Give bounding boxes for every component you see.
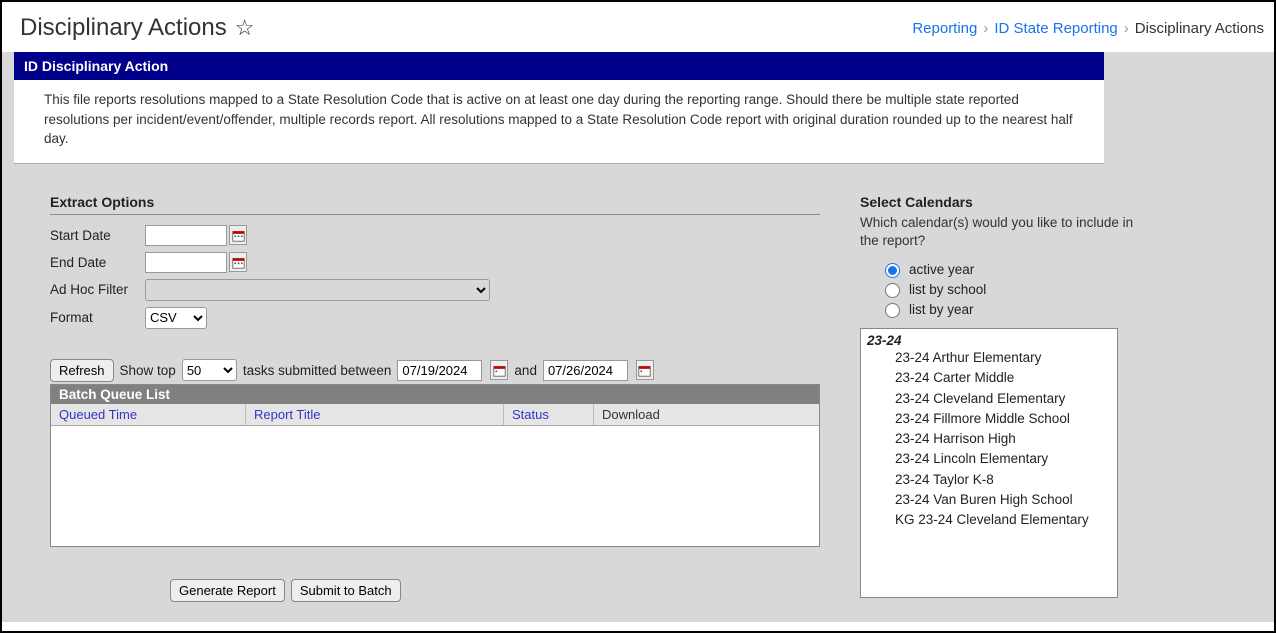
radio-list-by-year[interactable]: list by year: [880, 300, 1140, 318]
breadcrumb-id-state-reporting[interactable]: ID State Reporting: [994, 20, 1117, 37]
batch-date-to-input[interactable]: [543, 360, 628, 381]
page-title: Disciplinary Actions: [20, 14, 227, 42]
info-panel: ID Disciplinary Action This file reports…: [14, 52, 1104, 164]
chevron-right-icon: ›: [1124, 20, 1129, 37]
radio-list-by-school-input[interactable]: [885, 283, 900, 298]
chevron-right-icon: ›: [983, 20, 988, 37]
extract-options-heading: Extract Options: [50, 194, 820, 215]
title-wrap: Disciplinary Actions ☆: [20, 14, 254, 42]
calendar-item[interactable]: 23-24 Van Buren High School: [895, 490, 1111, 510]
select-calendars-heading: Select Calendars: [860, 194, 1140, 210]
col-status[interactable]: Status: [504, 404, 594, 425]
end-date-input[interactable]: [145, 252, 227, 273]
calendar-icon: [232, 256, 245, 269]
calendar-icon: [638, 364, 651, 377]
col-download: Download: [594, 404, 819, 425]
refresh-button[interactable]: Refresh: [50, 359, 114, 382]
page-header: Disciplinary Actions ☆ Reporting › ID St…: [2, 2, 1274, 52]
batch-queue-table: Batch Queue List Queued Time Report Titl…: [50, 384, 820, 547]
radio-active-year-input[interactable]: [885, 263, 900, 278]
batch-queue-title: Batch Queue List: [51, 385, 819, 404]
radio-list-by-year-label: list by year: [909, 302, 974, 317]
batch-queue-area: Refresh Show top 50 tasks submitted betw…: [50, 359, 820, 547]
radio-list-by-school-label: list by school: [909, 282, 986, 297]
favorite-star-icon[interactable]: ☆: [235, 15, 255, 41]
start-date-input[interactable]: [145, 225, 227, 246]
batch-date-from-picker[interactable]: [490, 360, 508, 380]
calendar-item[interactable]: KG 23-24 Cleveland Elementary: [895, 510, 1111, 530]
select-calendars-prompt: Which calendar(s) would you like to incl…: [860, 214, 1140, 250]
end-date-label: End Date: [50, 255, 145, 270]
adhoc-filter-row: Ad Hoc Filter: [50, 279, 820, 301]
format-label: Format: [50, 310, 145, 325]
and-label: and: [514, 363, 537, 378]
batch-date-from-input[interactable]: [397, 360, 482, 381]
start-date-picker-button[interactable]: [229, 225, 247, 245]
content-area: ID Disciplinary Action This file reports…: [2, 52, 1274, 622]
end-date-picker-button[interactable]: [229, 252, 247, 272]
calendar-item[interactable]: 23-24 Harrison High: [895, 429, 1111, 449]
format-select[interactable]: CSV: [145, 307, 207, 329]
radio-list-by-school[interactable]: list by school: [880, 280, 1140, 298]
panel-title: ID Disciplinary Action: [14, 52, 1104, 80]
calendar-item[interactable]: 23-24 Fillmore Middle School: [895, 409, 1111, 429]
calendar-item[interactable]: 23-24 Lincoln Elementary: [895, 449, 1111, 469]
calendar-item[interactable]: 23-24 Taylor K-8: [895, 470, 1111, 490]
end-date-row: End Date: [50, 252, 820, 273]
show-top-label: Show top: [120, 363, 176, 378]
tasks-between-label: tasks submitted between: [243, 363, 392, 378]
adhoc-filter-select[interactable]: [145, 279, 490, 301]
adhoc-filter-label: Ad Hoc Filter: [50, 282, 145, 297]
radio-active-year-label: active year: [909, 262, 974, 277]
calendar-icon: [493, 364, 506, 377]
main-columns: Extract Options Start Date End Date Ad H…: [50, 194, 1274, 602]
panel-description: This file reports resolutions mapped to …: [14, 80, 1104, 164]
calendar-icon: [232, 229, 245, 242]
submit-to-batch-button[interactable]: Submit to Batch: [291, 579, 401, 602]
col-queued-time[interactable]: Queued Time: [51, 404, 246, 425]
col-report-title[interactable]: Report Title: [246, 404, 504, 425]
show-top-select[interactable]: 50: [182, 359, 237, 381]
radio-active-year[interactable]: active year: [880, 260, 1140, 278]
extract-options-column: Extract Options Start Date End Date Ad H…: [50, 194, 820, 602]
batch-date-to-picker[interactable]: [636, 360, 654, 380]
start-date-label: Start Date: [50, 228, 145, 243]
breadcrumb-current: Disciplinary Actions: [1135, 20, 1264, 37]
breadcrumb-reporting[interactable]: Reporting: [912, 20, 977, 37]
batch-queue-body: [51, 426, 819, 546]
calendar-item[interactable]: 23-24 Arthur Elementary: [895, 348, 1111, 368]
generate-report-button[interactable]: Generate Report: [170, 579, 285, 602]
batch-controls: Refresh Show top 50 tasks submitted betw…: [50, 359, 820, 382]
action-buttons-row: Generate Report Submit to Batch: [170, 579, 820, 602]
start-date-row: Start Date: [50, 225, 820, 246]
calendar-tree[interactable]: 23-24 23-24 Arthur Elementary 23-24 Cart…: [860, 328, 1118, 598]
batch-queue-header-row: Queued Time Report Title Status Download: [51, 404, 819, 426]
calendar-item[interactable]: 23-24 Carter Middle: [895, 368, 1111, 388]
breadcrumb: Reporting › ID State Reporting › Discipl…: [912, 20, 1264, 37]
calendar-year-node[interactable]: 23-24: [867, 333, 1111, 348]
format-row: Format CSV: [50, 307, 820, 329]
calendar-item[interactable]: 23-24 Cleveland Elementary: [895, 389, 1111, 409]
radio-list-by-year-input[interactable]: [885, 303, 900, 318]
select-calendars-column: Select Calendars Which calendar(s) would…: [860, 194, 1140, 602]
